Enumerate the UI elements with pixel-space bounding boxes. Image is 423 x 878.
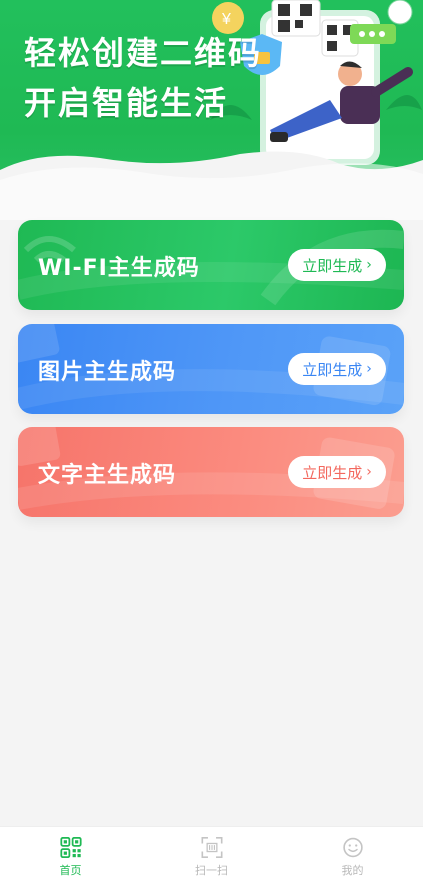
text-generate-button[interactable]: 立即生成 › [288, 456, 386, 488]
image-generate-label: 立即生成 [302, 360, 363, 379]
banner: ¥ 轻松创建二维码 开启智能生活 [0, 0, 423, 220]
text-qr-title: 文字主生成码 [38, 463, 177, 488]
wifi-generate-button[interactable]: 立即生成 › [288, 249, 386, 281]
banner-headline-line2: 开启智能生活 [24, 84, 229, 122]
tab-scan-label: 扫一扫 [195, 864, 228, 877]
text-generate-label: 立即生成 [302, 463, 363, 482]
image-qr-card[interactable]: 图片主生成码 立即生成 › [18, 324, 404, 414]
svg-text:¥: ¥ [221, 11, 231, 28]
wifi-qr-title: WI-FI主生成码 [38, 256, 200, 281]
tab-scan[interactable]: 扫一扫 [141, 827, 282, 878]
bottom-tab-bar: 首页 扫一扫 我的 [0, 826, 423, 878]
tab-mine[interactable]: 我的 [282, 827, 423, 878]
banner-wave [0, 151, 423, 220]
tab-mine-label: 我的 [341, 864, 364, 877]
chevron-right-icon: › [366, 464, 372, 480]
smile-icon [342, 837, 363, 858]
image-qr-title: 图片主生成码 [38, 360, 177, 385]
banner-headline-line1: 轻松创建二维码 [24, 34, 263, 72]
wifi-qr-card[interactable]: WI-FI主生成码 立即生成 › [18, 220, 404, 310]
chevron-right-icon: › [366, 361, 372, 377]
chevron-right-icon: › [366, 257, 372, 273]
wifi-generate-label: 立即生成 [302, 256, 363, 275]
image-generate-button[interactable]: 立即生成 › [288, 353, 386, 385]
qr-code-icon [59, 837, 82, 858]
tab-home-label: 首页 [59, 864, 82, 877]
text-qr-card[interactable]: 文字主生成码 立即生成 › [18, 427, 404, 517]
scan-icon [201, 837, 222, 858]
banner-illustration: ¥ [210, 0, 422, 165]
tab-home[interactable]: 首页 [0, 827, 141, 878]
